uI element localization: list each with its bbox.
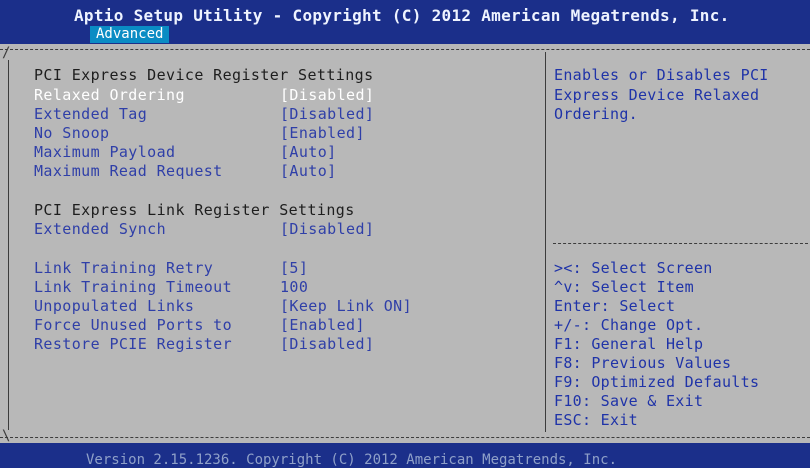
key-help-item: F10: Save & Exit bbox=[554, 392, 704, 410]
key-help-item: +/-: Change Opt. bbox=[554, 316, 704, 334]
footer-version: Version 2.15.1236. Copyright (C) 2012 Am… bbox=[86, 452, 618, 468]
setting-label: Restore PCIE Register bbox=[34, 335, 233, 353]
setting-label: Extended Tag bbox=[34, 105, 148, 123]
tab-advanced[interactable]: Advanced bbox=[90, 26, 170, 43]
setting-value-no-snoop[interactable]: [Enabled] bbox=[280, 124, 365, 142]
key-help-item: ><: Select Screen bbox=[554, 259, 713, 277]
center-border bbox=[545, 52, 546, 432]
corner-slash-top: / bbox=[2, 45, 11, 61]
setting-label: Link Training Timeout bbox=[34, 278, 233, 296]
setting-row-link-training-retry[interactable]: Link Training Retry bbox=[34, 259, 213, 277]
setting-value: [5] bbox=[280, 259, 309, 277]
setting-value-maximum-payload[interactable]: [Auto] bbox=[280, 143, 337, 161]
top-divider bbox=[0, 49, 810, 50]
setting-row-maximum-payload[interactable]: Maximum Payload bbox=[34, 143, 175, 161]
section-title-link: PCI Express Link Register Settings bbox=[34, 201, 355, 219]
setting-label: Extended Synch bbox=[34, 220, 167, 238]
footer-bar: Version 2.15.1236. Copyright (C) 2012 Am… bbox=[0, 452, 810, 468]
setting-value: [Enabled] bbox=[280, 316, 365, 334]
key-help-item: Enter: Select bbox=[554, 297, 676, 315]
key-help-item: F1: General Help bbox=[554, 335, 704, 353]
bios-screen: Aptio Setup Utility - Copyright (C) 2012… bbox=[0, 0, 810, 468]
help-line: Express Device Relaxed bbox=[554, 86, 760, 104]
setting-value-maximum-read-request[interactable]: [Auto] bbox=[280, 162, 337, 180]
setting-label: Relaxed Ordering bbox=[34, 86, 185, 104]
setting-label: Maximum Payload bbox=[34, 143, 176, 161]
help-divider bbox=[553, 243, 808, 244]
setting-label: Force Unused Ports to bbox=[34, 316, 233, 334]
setting-value-link-training-timeout[interactable]: 100 bbox=[280, 278, 308, 296]
setting-value-force-unused-ports[interactable]: [Enabled] bbox=[280, 316, 365, 334]
setting-value: [Enabled] bbox=[280, 124, 365, 142]
setting-row-relaxed-ordering[interactable]: Relaxed Ordering bbox=[34, 86, 185, 104]
setting-row-restore-pcie-register[interactable]: Restore PCIE Register bbox=[34, 335, 232, 353]
setting-label: Unpopulated Links bbox=[34, 297, 195, 315]
setting-value-relaxed-ordering[interactable]: [Disabled] bbox=[280, 86, 374, 104]
setting-value: [Auto] bbox=[280, 143, 337, 161]
app-title: Aptio Setup Utility - Copyright (C) 2012… bbox=[74, 6, 730, 25]
setting-value: [Disabled] bbox=[280, 220, 375, 238]
setting-value: [Disabled] bbox=[280, 105, 375, 123]
setting-value-extended-synch[interactable]: [Disabled] bbox=[280, 220, 374, 238]
setting-row-force-unused-ports[interactable]: Force Unused Ports to bbox=[34, 316, 232, 334]
setting-value-unpopulated-links[interactable]: [Keep Link ON] bbox=[280, 297, 412, 315]
key-help-item: F8: Previous Values bbox=[554, 354, 732, 372]
setting-value: [Disabled] bbox=[280, 86, 375, 104]
setting-value-link-training-retry[interactable]: [5] bbox=[280, 259, 308, 277]
setting-label: Link Training Retry bbox=[34, 259, 214, 277]
key-help-item: ^v: Select Item bbox=[554, 278, 694, 296]
setting-row-maximum-read-request[interactable]: Maximum Read Request bbox=[34, 162, 223, 180]
setting-value-restore-pcie-register[interactable]: [Disabled] bbox=[280, 335, 374, 353]
setting-label: Maximum Read Request bbox=[34, 162, 223, 180]
key-help-item: ESC: Exit bbox=[554, 411, 638, 429]
setting-value: [Disabled] bbox=[280, 335, 375, 353]
setting-row-extended-synch[interactable]: Extended Synch bbox=[34, 220, 166, 238]
key-help-item: F9: Optimized Defaults bbox=[554, 373, 760, 391]
setting-row-extended-tag[interactable]: Extended Tag bbox=[34, 105, 147, 123]
setting-row-link-training-timeout[interactable]: Link Training Timeout bbox=[34, 278, 232, 296]
section-title-device: PCI Express Device Register Settings bbox=[34, 66, 374, 84]
setting-value: 100 bbox=[280, 278, 309, 296]
setting-value: [Keep Link ON] bbox=[280, 297, 413, 315]
corner-slash-bottom: \ bbox=[2, 428, 11, 444]
left-border bbox=[8, 60, 9, 430]
setting-row-unpopulated-links[interactable]: Unpopulated Links bbox=[34, 297, 194, 315]
help-line: Enables or Disables PCI bbox=[554, 66, 769, 84]
title-bar: Aptio Setup Utility - Copyright (C) 2012… bbox=[0, 0, 810, 44]
setting-label: No Snoop bbox=[34, 124, 110, 142]
bottom-divider bbox=[0, 437, 810, 438]
setting-value: [Auto] bbox=[280, 162, 337, 180]
setting-value-extended-tag[interactable]: [Disabled] bbox=[280, 105, 374, 123]
help-line: Ordering. bbox=[554, 105, 638, 123]
setting-row-no-snoop[interactable]: No Snoop bbox=[34, 124, 109, 142]
